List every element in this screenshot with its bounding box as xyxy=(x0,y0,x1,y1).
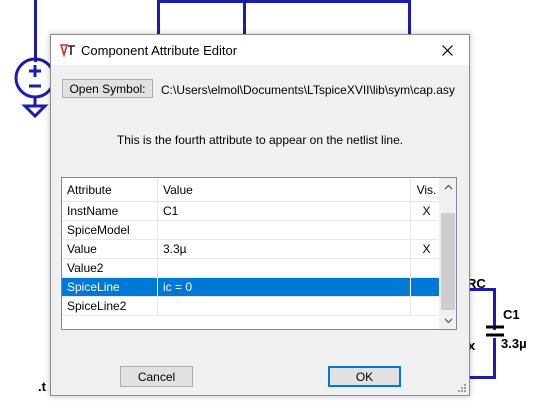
table-row[interactable]: Value 3.3µ X xyxy=(62,240,442,259)
wire-top-horizontal xyxy=(157,0,411,3)
grid-header: Attribute Value Vis. xyxy=(62,178,442,202)
vis-cell[interactable] xyxy=(411,297,442,315)
attribute-cell[interactable]: SpiceLine xyxy=(62,278,158,296)
value-cell[interactable]: C1 xyxy=(158,202,411,220)
dialog-title: Component Attribute Editor xyxy=(81,43,238,58)
cap-name-label: C1 xyxy=(503,307,520,322)
attribute-grid[interactable]: Attribute Value Vis. InstName C1 X Spice… xyxy=(61,177,457,330)
wire-stub-3 xyxy=(408,0,411,34)
table-row[interactable]: SpiceLine2 xyxy=(62,297,442,316)
resize-grip-icon[interactable] xyxy=(457,383,467,393)
scroll-up-button[interactable] xyxy=(440,178,456,195)
value-cell[interactable] xyxy=(158,221,411,239)
scroll-thumb[interactable] xyxy=(441,213,455,310)
open-symbol-button[interactable]: Open Symbol: xyxy=(62,79,153,98)
component-attribute-editor-dialog: Component Attribute Editor Open Symbol: … xyxy=(50,34,470,396)
header-value[interactable]: Value xyxy=(158,178,411,201)
cap-value-label: 3.3µ xyxy=(501,336,527,351)
cancel-button[interactable]: Cancel xyxy=(120,366,193,387)
chevron-up-icon xyxy=(444,184,452,189)
directive-text: .t xyxy=(38,379,46,394)
vertical-scrollbar[interactable] xyxy=(439,178,456,329)
attribute-cell[interactable]: Value xyxy=(62,240,158,258)
title-bar[interactable]: Component Attribute Editor xyxy=(51,35,469,65)
table-row[interactable]: Value2 xyxy=(62,259,442,278)
ok-button[interactable]: OK xyxy=(328,366,401,387)
close-icon xyxy=(441,44,453,56)
scroll-down-button[interactable] xyxy=(440,312,456,329)
ltspice-app-icon xyxy=(60,44,75,57)
value-cell[interactable]: 3.3µ xyxy=(158,240,411,258)
value-cell[interactable] xyxy=(158,259,411,277)
wire-stub-1 xyxy=(157,0,160,34)
vis-cell[interactable] xyxy=(411,259,442,277)
attribute-cell[interactable]: SpiceLine2 xyxy=(62,297,158,315)
attribute-cell[interactable]: InstName xyxy=(62,202,158,220)
symbol-path: C:\Users\elmol\Documents\LTspiceXVII\lib… xyxy=(161,83,455,97)
close-button[interactable] xyxy=(425,35,469,65)
vis-cell[interactable] xyxy=(411,278,442,296)
wire-stub-2 xyxy=(243,0,246,34)
table-row[interactable]: SpiceModel xyxy=(62,221,442,240)
value-cell[interactable]: ic = 0 xyxy=(158,278,411,296)
vis-cell[interactable]: X xyxy=(411,202,442,220)
wire-right-vertical-lower xyxy=(493,338,496,378)
header-vis[interactable]: Vis. xyxy=(411,178,442,201)
header-attribute[interactable]: Attribute xyxy=(62,178,158,201)
wire-top xyxy=(34,0,37,62)
attribute-cell[interactable]: SpiceModel xyxy=(62,221,158,239)
vis-cell[interactable] xyxy=(411,221,442,239)
table-row[interactable]: InstName C1 X xyxy=(62,202,442,221)
vis-cell[interactable]: X xyxy=(411,240,442,258)
table-row-selected[interactable]: SpiceLine ic = 0 xyxy=(62,278,442,297)
value-cell[interactable] xyxy=(158,297,411,315)
wire-right-horizontal xyxy=(470,376,496,379)
attribute-cell[interactable]: Value2 xyxy=(62,259,158,277)
chevron-down-icon xyxy=(444,318,452,323)
attribute-description: This is the fourth attribute to appear o… xyxy=(116,133,404,147)
